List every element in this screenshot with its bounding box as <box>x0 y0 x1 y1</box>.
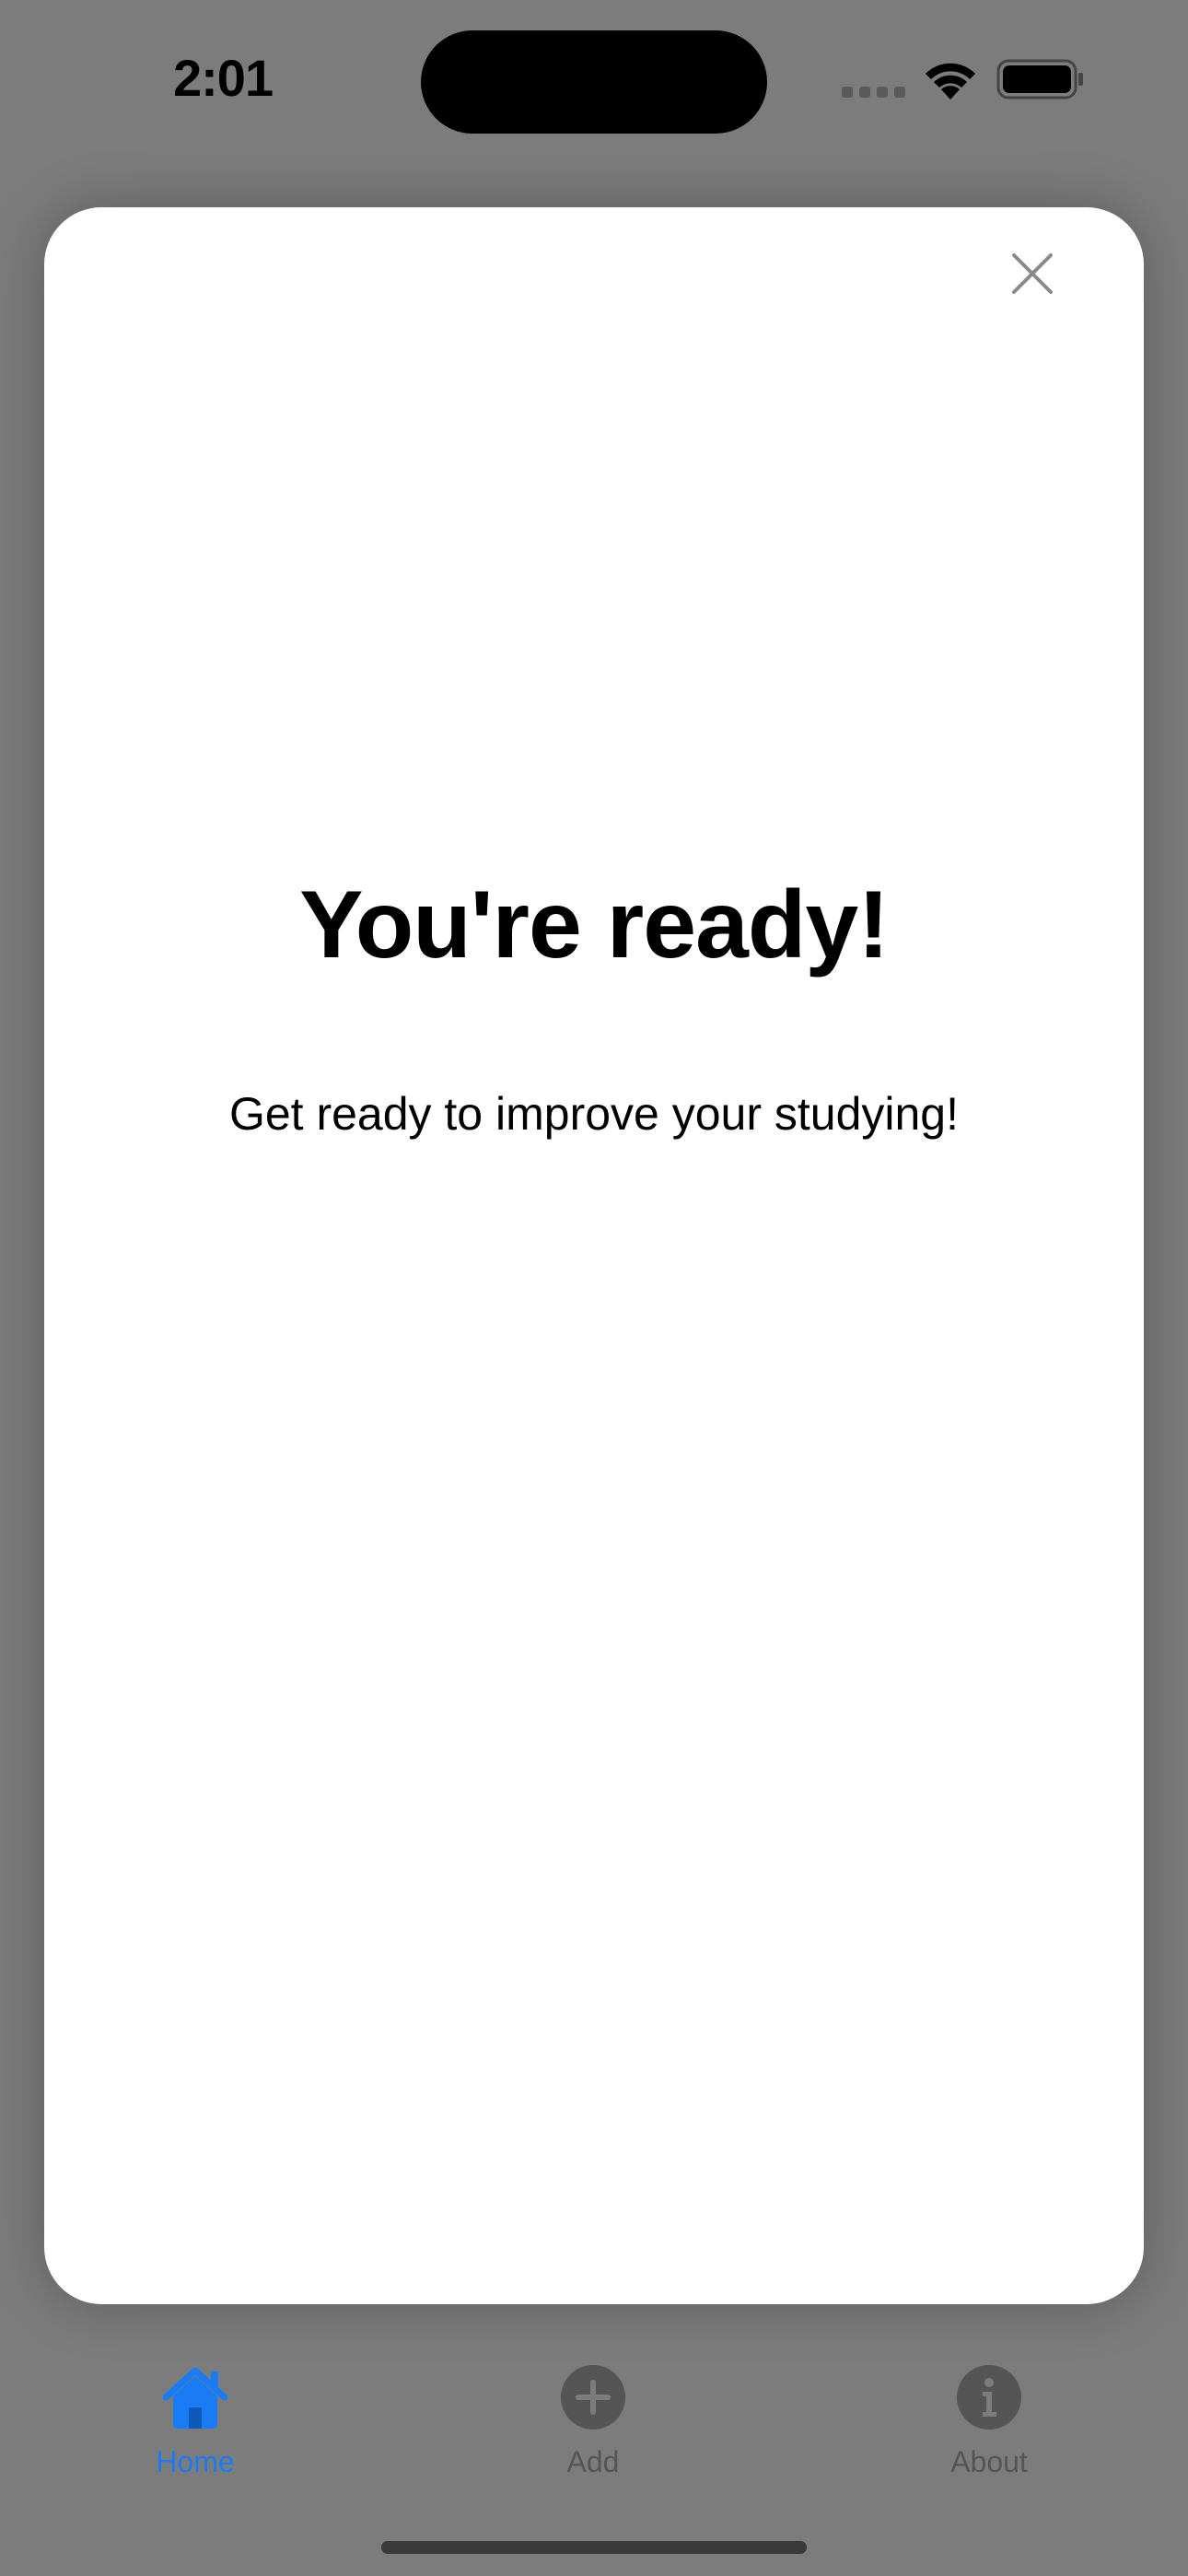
modal-title: You're ready! <box>299 872 890 978</box>
tab-about[interactable]: About <box>888 2359 1090 2488</box>
onboarding-modal <box>44 207 1144 2304</box>
tab-add-label: Add <box>566 2445 620 2478</box>
status-time: 2:01 <box>173 49 274 107</box>
cellular-signal-icon <box>842 87 905 98</box>
dynamic-island <box>421 30 767 134</box>
house-fill-icon <box>162 2367 228 2429</box>
close-button[interactable] <box>976 230 1087 341</box>
plus-circle-fill-icon <box>561 2365 625 2430</box>
status-bar: 2:01 <box>0 0 1188 166</box>
tab-home-label: Home <box>156 2445 235 2478</box>
close-icon <box>1012 253 1053 294</box>
modal-subtitle: Get ready to improve your studying! <box>228 1088 960 1140</box>
wifi-icon <box>926 63 975 100</box>
battery-icon <box>996 59 1083 100</box>
tab-home[interactable]: Home <box>94 2359 297 2488</box>
tab-about-label: About <box>950 2445 1028 2478</box>
home-indicator <box>381 2541 807 2554</box>
tab-add[interactable]: Add <box>492 2359 694 2488</box>
info-circle-fill-icon <box>957 2365 1021 2430</box>
